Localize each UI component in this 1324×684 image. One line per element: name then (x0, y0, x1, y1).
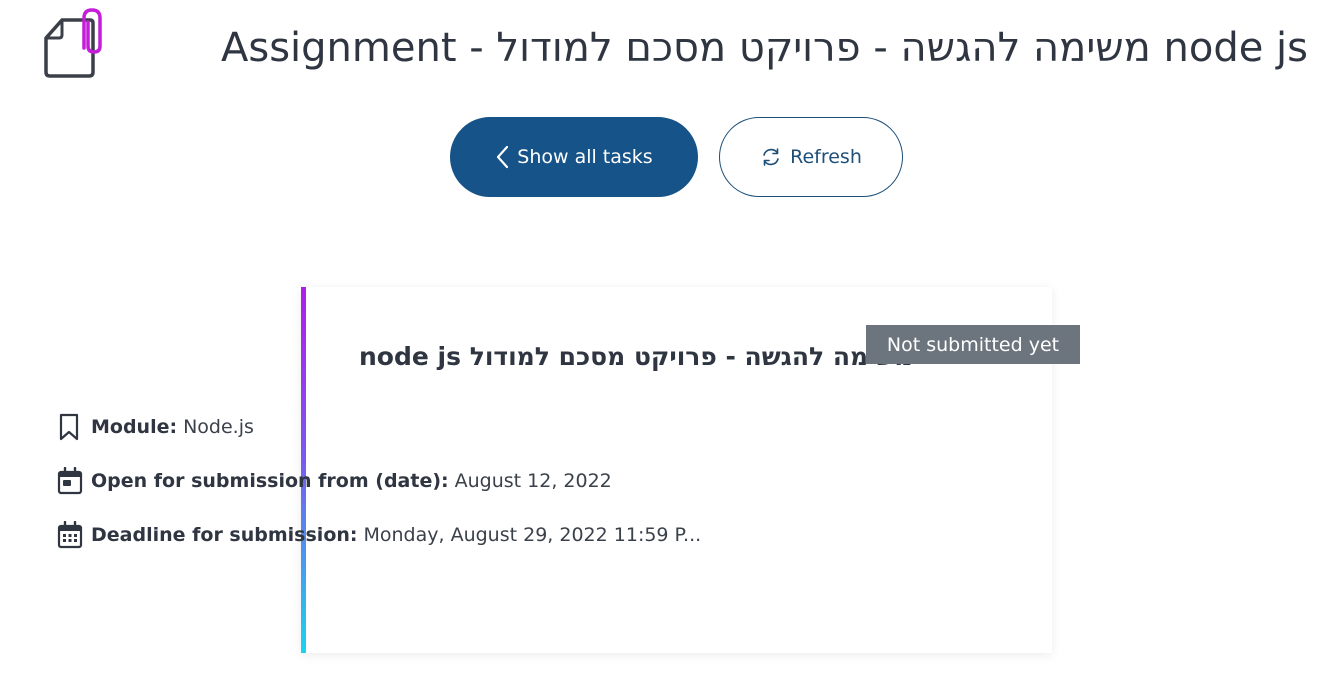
status-badge: Not submitted yet (866, 325, 1080, 364)
assignment-page: Assignment - משימה להגשה - פרויקט מסכם ל… (0, 0, 1324, 684)
deadline-label: Deadline for submission: (91, 524, 358, 546)
show-all-tasks-label: Show all tasks (517, 146, 653, 168)
chevron-left-icon (495, 145, 509, 169)
page-header: Assignment - משימה להגשה - פרויקט מסכם ל… (40, 8, 1320, 88)
assignment-file-icon (44, 8, 102, 78)
module-label: Module: (91, 416, 178, 438)
show-all-tasks-button[interactable]: Show all tasks (450, 117, 698, 197)
refresh-label: Refresh (790, 146, 862, 168)
module-row: Module: Node.js (57, 411, 254, 443)
bookmark-icon (57, 412, 85, 442)
refresh-button[interactable]: Refresh (719, 117, 903, 197)
open-date-label: Open for submission from (date): (91, 470, 449, 492)
module-value: Node.js (183, 416, 254, 438)
calendar-grid-icon (57, 520, 85, 550)
deadline-row: Deadline for submission: Monday, August … (57, 519, 701, 551)
calendar-icon (57, 466, 85, 496)
open-date-row: Open for submission from (date): August … (57, 465, 612, 497)
refresh-icon (760, 146, 782, 168)
open-date-value: August 12, 2022 (454, 470, 612, 492)
page-title: Assignment - משימה להגשה - פרויקט מסכם ל… (221, 25, 1308, 71)
deadline-value: Monday, August 29, 2022 11:59 P... (363, 524, 702, 546)
